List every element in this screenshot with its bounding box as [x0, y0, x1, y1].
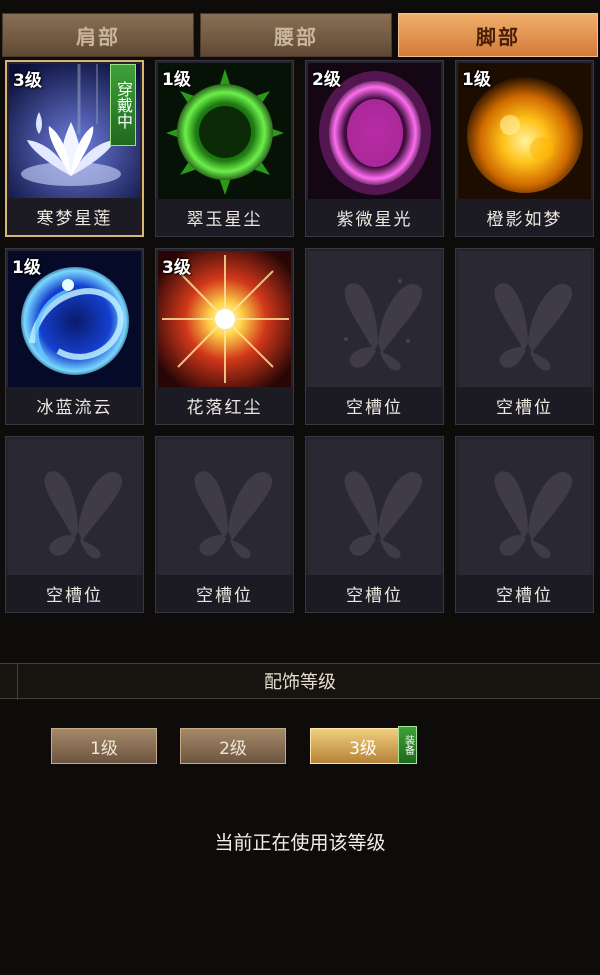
level-label: 3级	[13, 71, 42, 91]
tab-feet[interactable]: 脚部	[398, 13, 598, 57]
accessory-slot-1[interactable]: 3级 穿戴中 寒梦星莲	[5, 60, 144, 237]
level-label: 3级	[162, 258, 191, 278]
level-1-button[interactable]: 1级	[51, 728, 157, 764]
level-status-text: 当前正在使用该等级	[214, 832, 386, 854]
accessory-name: 橙影如梦	[456, 199, 593, 236]
butterfly-icon	[8, 439, 141, 575]
equipped-tag-text: 装备	[402, 735, 414, 755]
level-label: 1级	[12, 258, 41, 278]
level-label: 1级	[162, 70, 191, 90]
equipped-tag: 装备	[398, 726, 417, 764]
accessory-slot-4[interactable]: 1级 橙影如梦	[455, 60, 594, 237]
accessory-name: 花落红尘	[156, 387, 293, 424]
accessory-name: 空槽位	[156, 575, 293, 612]
accessory-level-header: 配饰等级	[0, 663, 600, 700]
butterfly-icon	[308, 251, 441, 387]
accessory-name: 冰蓝流云	[6, 387, 143, 424]
butterfly-icon	[308, 439, 441, 575]
empty-slot-10[interactable]: 空槽位	[155, 436, 294, 613]
accessory-slot-6[interactable]: 3级 花落红尘	[155, 248, 294, 425]
empty-slot-11[interactable]: 空槽位	[305, 436, 444, 613]
tab-shoulder[interactable]: 肩部	[2, 13, 194, 57]
category-tabs: 肩部 腰部 脚部	[0, 13, 600, 57]
accessory-name: 空槽位	[456, 575, 593, 612]
accessory-name: 空槽位	[456, 387, 593, 424]
accessory-name: 空槽位	[6, 575, 143, 612]
tab-waist[interactable]: 腰部	[200, 13, 392, 57]
accessory-name: 翠玉星尘	[156, 199, 293, 236]
accessory-name: 空槽位	[306, 387, 443, 424]
accessory-name: 寒梦星莲	[7, 198, 142, 235]
butterfly-icon	[458, 439, 591, 575]
empty-slot-12[interactable]: 空槽位	[455, 436, 594, 613]
accessory-name: 空槽位	[306, 575, 443, 612]
level-2-button[interactable]: 2级	[180, 728, 286, 764]
wearing-text: 穿戴中	[114, 81, 133, 129]
section-title: 配饰等级	[264, 672, 336, 693]
accessory-name: 紫微星光	[306, 199, 443, 236]
accessory-slot-2[interactable]: 1级 翠玉星尘	[155, 60, 294, 237]
butterfly-icon	[158, 439, 291, 575]
wearing-badge: 穿戴中	[110, 64, 136, 146]
level-label: 1级	[462, 70, 491, 90]
empty-slot-9[interactable]: 空槽位	[5, 436, 144, 613]
accessory-slot-5[interactable]: 1级 冰蓝流云	[5, 248, 144, 425]
empty-slot-8[interactable]: 空槽位	[455, 248, 594, 425]
butterfly-icon	[458, 251, 591, 387]
empty-slot-7[interactable]: 空槽位	[305, 248, 444, 425]
accessory-slot-3[interactable]: 2级 紫微星光	[305, 60, 444, 237]
level-label: 2级	[312, 70, 341, 90]
